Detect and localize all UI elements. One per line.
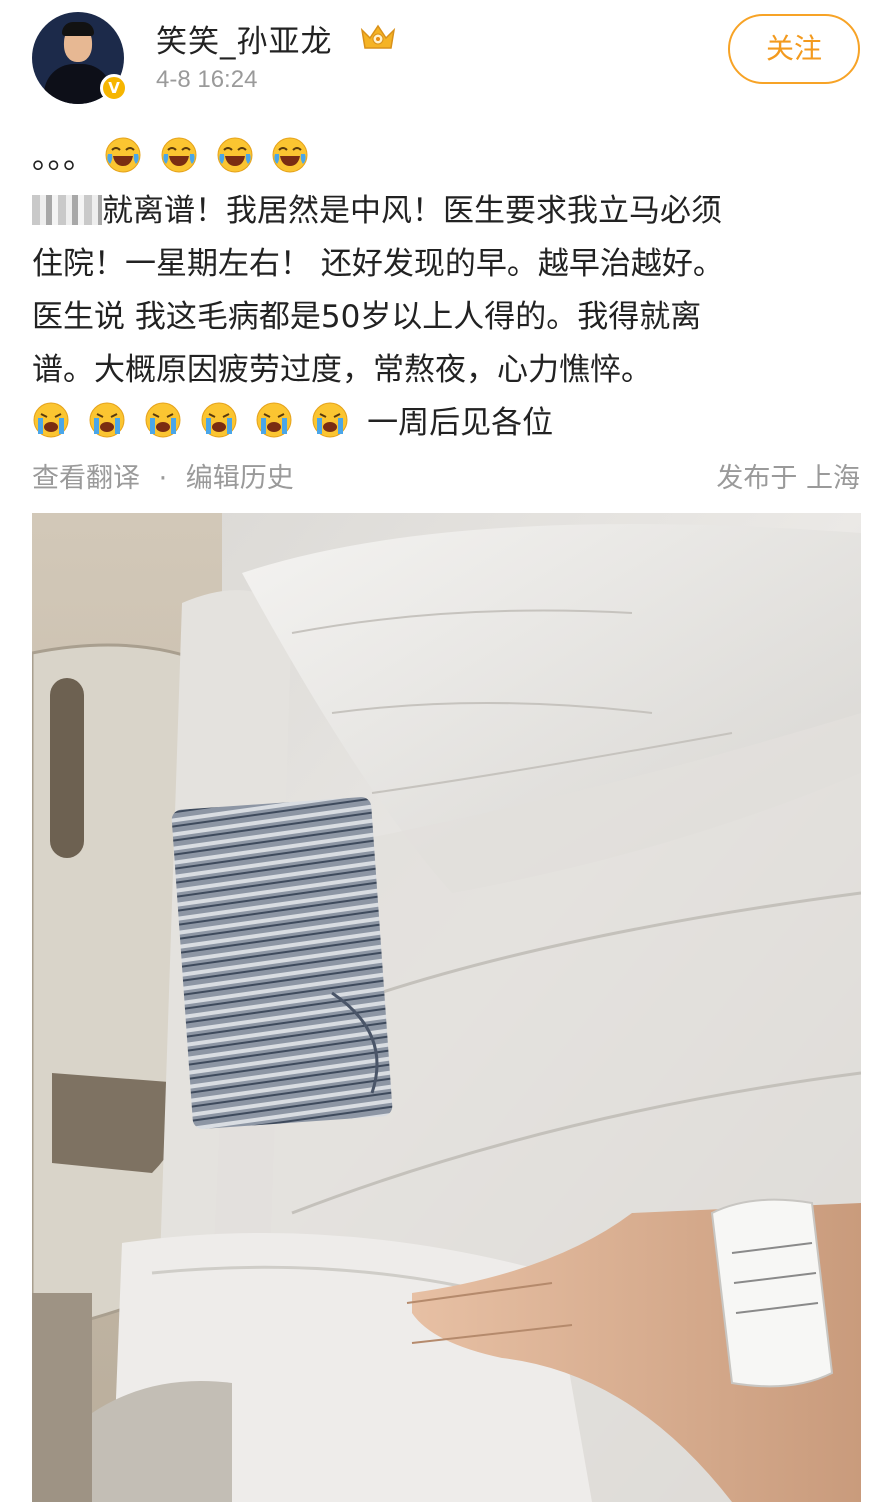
crying-emoji-icon	[201, 402, 237, 438]
post-line-5: 谱。大概原因疲劳过度，常熬夜，心力憔悴。	[32, 352, 652, 388]
crying-emoji-icon	[312, 402, 348, 438]
hospital-bed-photo	[32, 513, 861, 1502]
post-actions-left: 查看翻译 · 编辑历史	[32, 456, 294, 495]
post-location: 发布于 上海	[716, 463, 860, 494]
meta-separator: ·	[158, 463, 168, 494]
username[interactable]: 笑笑_孙亚龙	[156, 16, 333, 61]
post-header: V 笑笑_孙亚龙 4-8 16:24 关注	[0, 0, 893, 120]
edit-history-link[interactable]: 编辑历史	[186, 456, 294, 495]
ellipsis-text: 。。。	[32, 140, 94, 176]
post-line-4: 医生说 我这毛病都是50岁以上人得的。我得就离	[32, 299, 702, 335]
crown-badge-icon[interactable]	[358, 22, 398, 52]
crying-emoji-icon	[89, 402, 125, 438]
post-timestamp: 4-8 16:24	[156, 66, 258, 93]
laughing-tears-emoji-icon	[161, 137, 197, 173]
post-line-2: 就离谱！我居然是中风！医生要求我立马必须	[32, 185, 864, 238]
view-translation-link[interactable]: 查看翻译	[32, 456, 140, 495]
crying-emoji-icon	[256, 402, 292, 438]
post-text-segment: 就离谱！我居然是中风！医生要求我立马必须	[102, 193, 722, 229]
verified-icon: V	[100, 74, 128, 102]
laughing-tears-emoji-icon	[217, 137, 253, 173]
post-line-1: 。。。	[32, 132, 864, 185]
avatar-hair	[62, 22, 94, 36]
laughing-tears-emoji-icon	[105, 137, 141, 173]
post-body: 。。。 就离谱！我居然是中风！医生要求我立马必须 住院！一星期左右！ 还好发现的…	[32, 132, 864, 450]
crying-emoji-icon	[33, 402, 69, 438]
post-image[interactable]	[32, 513, 861, 1502]
laughing-tears-emoji-icon	[272, 137, 308, 173]
follow-button[interactable]: 关注	[728, 14, 860, 84]
post-text-segment: 一周后见各位	[367, 405, 554, 441]
post-meta-row: 查看翻译 · 编辑历史 发布于 上海	[32, 452, 860, 495]
post-line-6: 一周后见各位	[32, 397, 864, 450]
crying-emoji-icon	[145, 402, 181, 438]
post-line-3: 住院！一星期左右！ 还好发现的早。越早治越好。	[32, 246, 724, 282]
redacted-text-block	[32, 195, 102, 225]
